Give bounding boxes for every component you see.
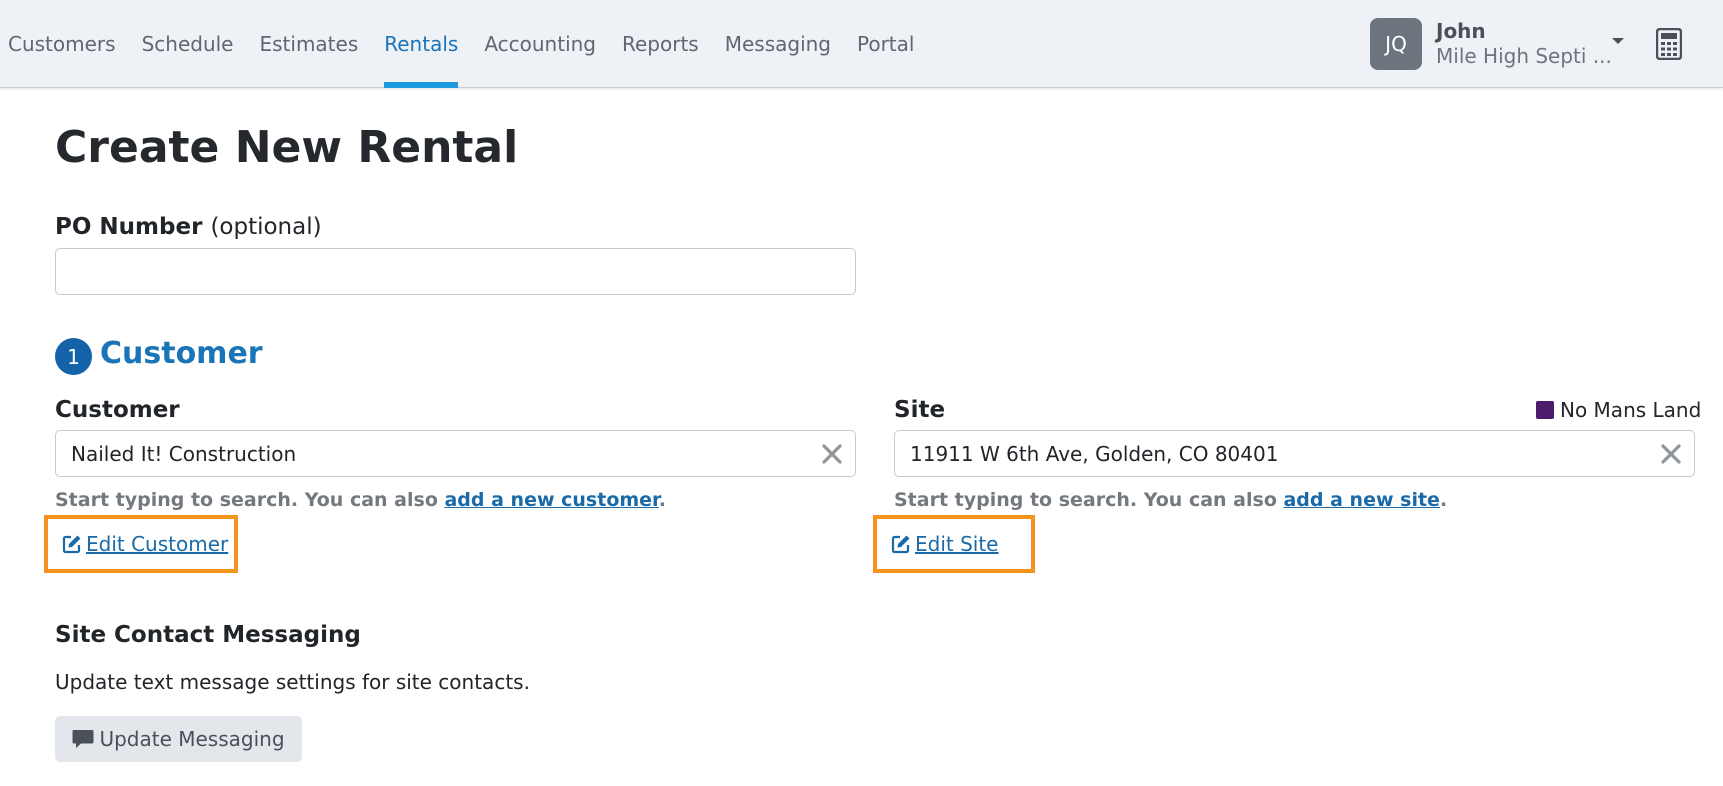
nav-item-rentals[interactable]: Rentals xyxy=(371,0,471,88)
site-label: Site xyxy=(894,397,946,423)
nav-item-portal[interactable]: Portal xyxy=(844,0,927,88)
site-help-text: Start typing to search. You can also add… xyxy=(894,489,1447,511)
add-new-customer-link[interactable]: add a new customer xyxy=(444,489,658,511)
customer-help-text: Start typing to search. You can also add… xyxy=(55,489,666,511)
po-number-label-text: PO Number xyxy=(55,214,203,240)
customer-help-suffix: . xyxy=(658,489,666,511)
nav-item-reports[interactable]: Reports xyxy=(609,0,712,88)
nav-item-messaging[interactable]: Messaging xyxy=(712,0,844,88)
site-contact-messaging-heading: Site Contact Messaging xyxy=(55,622,361,648)
update-messaging-button[interactable]: Update Messaging xyxy=(55,716,302,762)
avatar: JQ xyxy=(1370,18,1422,70)
po-number-optional: (optional) xyxy=(210,214,322,240)
edit-customer-link[interactable]: Edit Customer xyxy=(44,515,238,573)
step-number-badge: 1 xyxy=(55,338,92,375)
zone-color-swatch xyxy=(1536,401,1554,419)
edit-customer-label: Edit Customer xyxy=(86,532,229,556)
add-new-site-link[interactable]: add a new site xyxy=(1283,489,1439,511)
site-input-value: 11911 W 6th Ave, Golden, CO 80401 xyxy=(910,441,1279,466)
close-icon[interactable] xyxy=(1660,443,1682,465)
top-navbar: Customers Schedule Estimates Rentals Acc… xyxy=(0,0,1723,88)
customer-input-value: Nailed It! Construction xyxy=(71,441,297,466)
zone-indicator: No Mans Land xyxy=(1536,398,1701,422)
edit-icon xyxy=(891,535,910,554)
edit-icon xyxy=(62,535,81,554)
main-nav: Customers Schedule Estimates Rentals Acc… xyxy=(0,0,927,88)
nav-item-estimates[interactable]: Estimates xyxy=(246,0,371,88)
user-menu[interactable]: JQ John Mile High Septi ... xyxy=(1370,18,1624,70)
user-company: Mile High Septi ... xyxy=(1436,44,1612,68)
site-input[interactable]: 11911 W 6th Ave, Golden, CO 80401 xyxy=(894,430,1695,477)
caret-down-icon[interactable] xyxy=(1612,38,1624,44)
user-info: John Mile High Septi ... xyxy=(1436,19,1616,69)
step-title: Customer xyxy=(100,336,263,371)
comment-icon xyxy=(72,730,94,748)
site-help-suffix: . xyxy=(1439,489,1448,511)
update-messaging-label: Update Messaging xyxy=(99,727,285,751)
customer-label: Customer xyxy=(55,397,180,423)
customer-help-prefix: Start typing to search. You can also xyxy=(55,489,445,511)
site-contact-messaging-description: Update text message settings for site co… xyxy=(55,670,530,694)
page-title: Create New Rental xyxy=(55,122,519,173)
nav-item-accounting[interactable]: Accounting xyxy=(471,0,609,88)
site-help-prefix: Start typing to search. You can also xyxy=(894,489,1284,511)
calculator-icon[interactable] xyxy=(1656,28,1682,60)
edit-site-link[interactable]: Edit Site xyxy=(873,515,1035,573)
zone-name: No Mans Land xyxy=(1560,398,1702,422)
po-number-label: PO Number (optional) xyxy=(55,214,322,240)
user-name: John xyxy=(1436,19,1486,43)
customer-input[interactable]: Nailed It! Construction xyxy=(55,430,856,477)
nav-item-customers[interactable]: Customers xyxy=(0,0,129,88)
edit-site-label: Edit Site xyxy=(915,532,999,556)
close-icon[interactable] xyxy=(821,443,843,465)
po-number-input[interactable] xyxy=(55,248,856,295)
nav-item-schedule[interactable]: Schedule xyxy=(129,0,247,88)
